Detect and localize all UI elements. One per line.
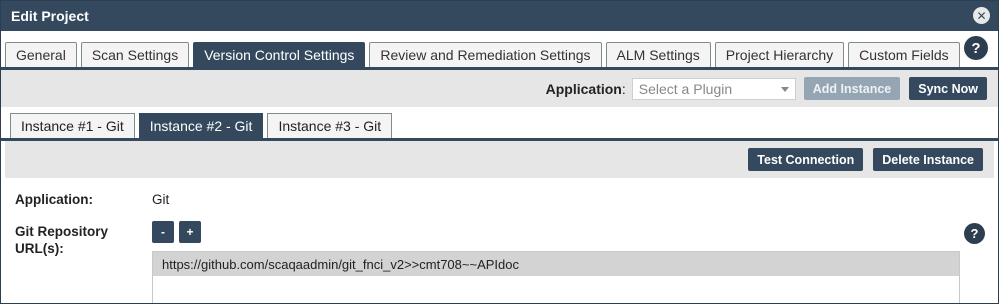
application-field-value: Git xyxy=(152,192,170,207)
chevron-down-icon xyxy=(780,86,789,92)
repo-url-list[interactable]: https://github.com/scaqaadmin/git_fnci_v… xyxy=(152,251,960,303)
application-row: Application: Git xyxy=(15,192,984,210)
tab-instance-2[interactable]: Instance #2 - Git xyxy=(138,113,264,138)
dialog-titlebar: Edit Project ✕ xyxy=(1,1,998,31)
sync-now-button[interactable]: Sync Now xyxy=(909,77,987,100)
tab-review-remediation-settings[interactable]: Review and Remediation Settings xyxy=(369,42,602,67)
instance-tabs: Instance #1 - Git Instance #2 - Git Inst… xyxy=(1,107,998,141)
tab-general[interactable]: General xyxy=(5,42,77,67)
add-instance-button[interactable]: Add Instance xyxy=(803,77,901,100)
list-item[interactable]: https://github.com/scaqaadmin/git_fnci_v… xyxy=(153,252,959,276)
repo-help-icon[interactable]: ? xyxy=(964,223,985,244)
application-label: Application: xyxy=(545,80,626,97)
remove-url-button[interactable]: - xyxy=(152,221,174,243)
dialog-title: Edit Project xyxy=(11,8,89,24)
repo-row: Git Repository URL(s): - + ? https://git… xyxy=(15,221,985,303)
close-icon[interactable]: ✕ xyxy=(973,7,990,24)
repo-url-label: Git Repository URL(s): xyxy=(15,224,109,256)
tab-instance-3[interactable]: Instance #3 - Git xyxy=(267,113,393,138)
application-bar: Application: Select a Plugin Add Instanc… xyxy=(1,70,998,107)
tab-custom-fields[interactable]: Custom Fields xyxy=(848,42,960,67)
plugin-select-placeholder: Select a Plugin xyxy=(638,80,733,97)
repo-url-controls: - + xyxy=(152,221,206,243)
help-icon[interactable]: ? xyxy=(964,36,988,60)
tab-version-control-settings[interactable]: Version Control Settings xyxy=(193,42,366,67)
edit-project-dialog: Edit Project ✕ General Scan Settings Ver… xyxy=(0,0,999,304)
tab-alm-settings[interactable]: ALM Settings xyxy=(605,42,711,67)
tab-scan-settings[interactable]: Scan Settings xyxy=(80,42,190,67)
application-field-label: Application: xyxy=(15,192,93,207)
tab-instance-1[interactable]: Instance #1 - Git xyxy=(10,113,135,138)
add-url-button[interactable]: + xyxy=(179,221,201,243)
test-connection-button[interactable]: Test Connection xyxy=(748,148,864,171)
plugin-select[interactable]: Select a Plugin xyxy=(631,77,796,100)
instance-action-bar: Test Connection Delete Instance xyxy=(5,141,994,178)
delete-instance-button[interactable]: Delete Instance xyxy=(873,148,983,171)
main-tabs: General Scan Settings Version Control Se… xyxy=(1,31,998,70)
tab-project-hierarchy[interactable]: Project Hierarchy xyxy=(714,42,845,67)
